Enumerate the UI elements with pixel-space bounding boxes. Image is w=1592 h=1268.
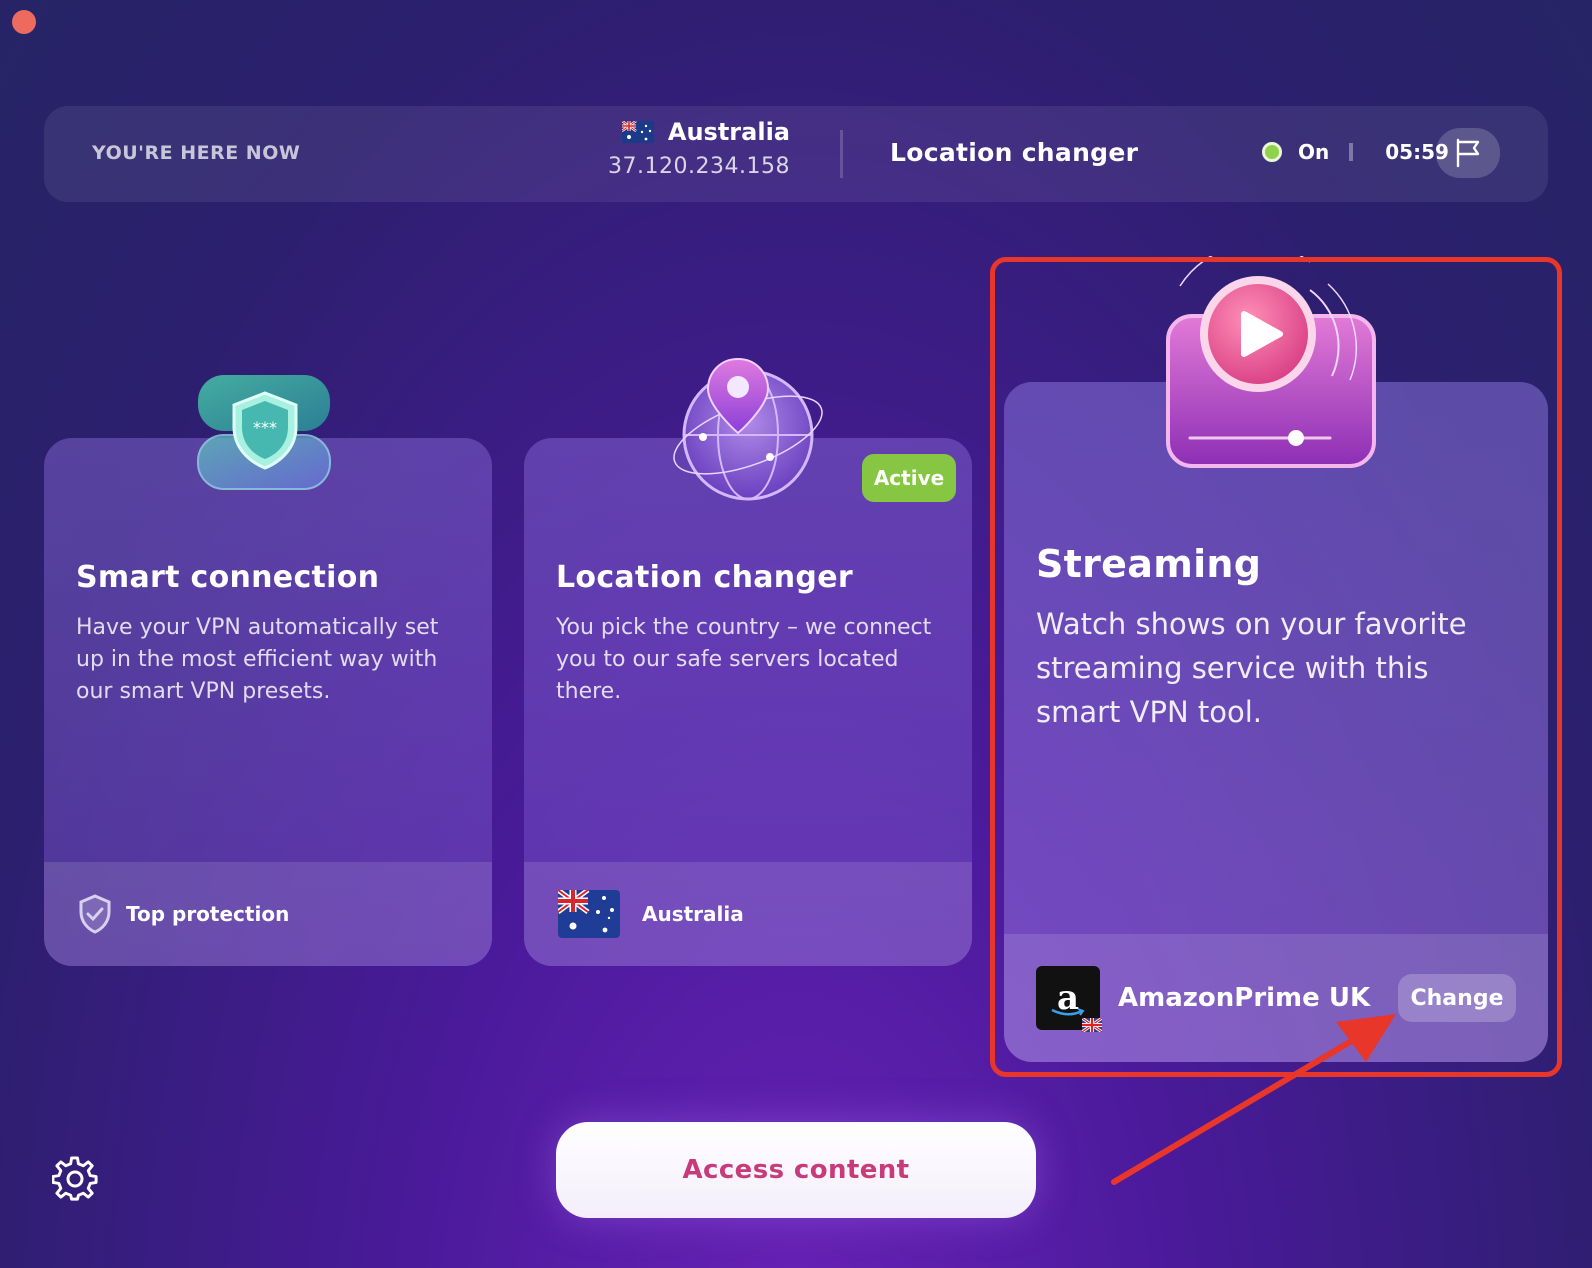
card-title: Location changer bbox=[556, 560, 853, 595]
smart-connection-card[interactable]: Smart connection Have your VPN automatic… bbox=[44, 438, 492, 966]
amazon-smile-icon bbox=[1051, 1008, 1085, 1016]
australia-flag-icon bbox=[558, 890, 620, 938]
divider bbox=[1349, 143, 1354, 161]
svg-text:***: *** bbox=[253, 418, 277, 437]
footer-label: Australia bbox=[642, 902, 744, 926]
card-title: Streaming bbox=[1036, 542, 1262, 586]
ip-address: 37.120.234.158 bbox=[608, 154, 790, 179]
settings-gear-icon[interactable] bbox=[52, 1156, 98, 1202]
window-close-button[interactable] bbox=[12, 10, 36, 34]
access-content-button[interactable]: Access content bbox=[556, 1122, 1036, 1218]
active-feature-name: Location changer bbox=[890, 138, 1139, 167]
report-flag-button[interactable] bbox=[1436, 128, 1500, 178]
location-country: Australia bbox=[667, 118, 790, 146]
streaming-card[interactable]: Streaming Watch shows on your favorite s… bbox=[1004, 382, 1548, 1062]
globe-pin-illustration bbox=[673, 357, 823, 501]
shield-check-icon bbox=[79, 894, 111, 934]
uk-flag-icon bbox=[1082, 1018, 1102, 1032]
divider bbox=[840, 130, 843, 178]
streaming-service-name: AmazonPrime UK bbox=[1118, 983, 1371, 1013]
card-footer: Australia bbox=[524, 862, 972, 966]
status-dot-icon bbox=[1262, 142, 1282, 162]
flag-icon bbox=[1456, 138, 1480, 168]
card-title: Smart connection bbox=[76, 560, 380, 595]
card-description: Watch shows on your favorite streaming s… bbox=[1036, 607, 1467, 729]
connection-status: On 05:59 bbox=[1262, 140, 1449, 164]
status-bar: YOU'RE HERE NOW Australia 37.120.234.158… bbox=[44, 106, 1548, 202]
card-footer: Top protection bbox=[44, 862, 492, 966]
current-location: Australia 37.120.234.158 bbox=[584, 118, 790, 179]
streaming-player-illustration bbox=[1166, 256, 1376, 468]
here-now-label: YOU'RE HERE NOW bbox=[92, 142, 301, 164]
location-changer-card[interactable]: Active Location changer You pick the cou… bbox=[524, 438, 972, 966]
card-footer: a AmazonPrime UK Change bbox=[1004, 934, 1548, 1062]
amazon-prime-logo: a bbox=[1036, 966, 1102, 1032]
smart-shield-illustration: *** bbox=[197, 375, 331, 490]
status-text: On bbox=[1298, 140, 1330, 164]
card-description: Have your VPN automatically set up in th… bbox=[76, 615, 439, 704]
active-badge: Active bbox=[862, 454, 956, 502]
footer-label: Top protection bbox=[126, 902, 290, 926]
card-description: You pick the country – we connect you to… bbox=[556, 615, 932, 704]
australia-flag-icon bbox=[621, 121, 654, 143]
change-service-button[interactable]: Change bbox=[1398, 974, 1516, 1022]
